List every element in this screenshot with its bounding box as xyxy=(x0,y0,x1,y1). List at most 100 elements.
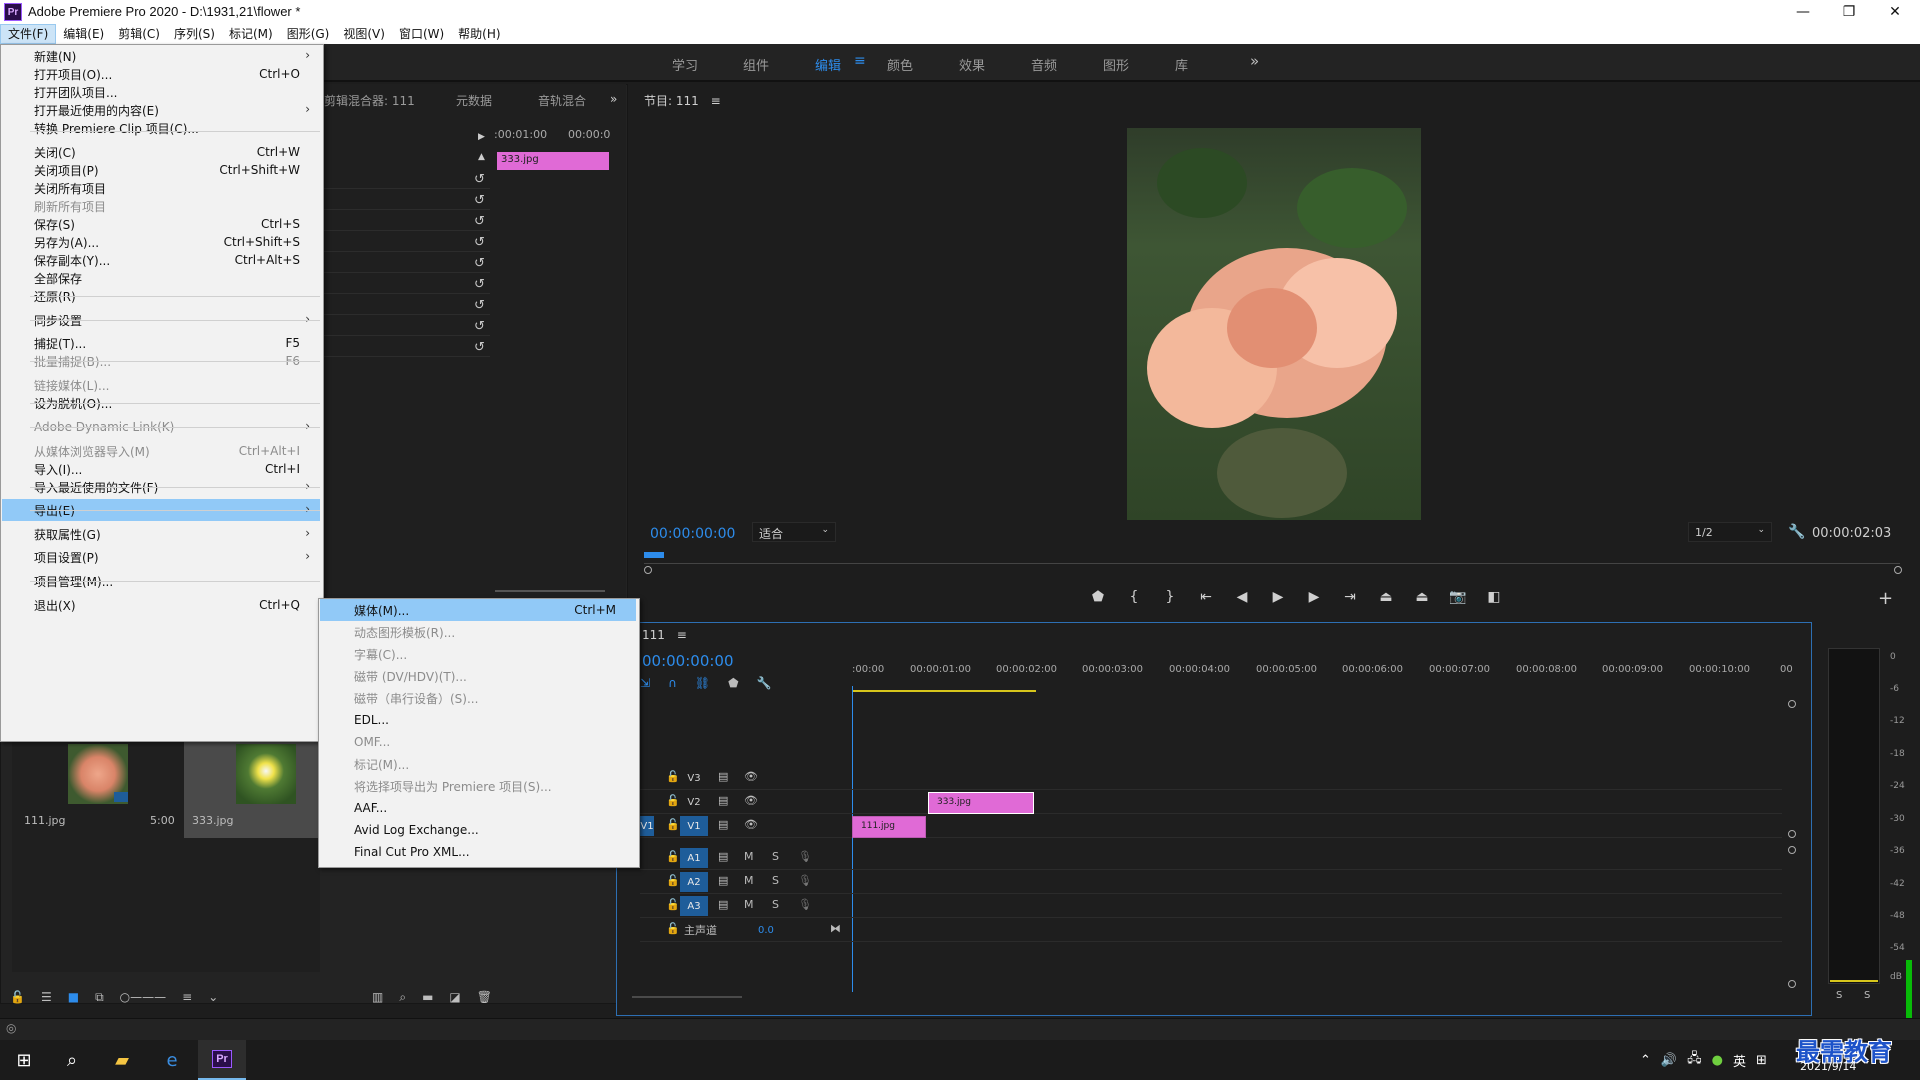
add-marker-icon[interactable]: ⬟ xyxy=(728,676,738,690)
tab-metadata[interactable]: 元数据 xyxy=(456,92,492,109)
export-menu-item-tape-dv-hdv[interactable]: 磁带 (DV/HDV)(T)... xyxy=(320,665,636,687)
step-back-icon[interactable]: ◀ xyxy=(1224,586,1260,608)
reset-icon[interactable]: ↺ xyxy=(474,172,490,188)
track-v1-label[interactable]: V1 xyxy=(680,816,708,836)
step-forward-icon[interactable]: ▶ xyxy=(1296,586,1332,608)
export-menu-item-markers[interactable]: 标记(M)... xyxy=(320,753,636,775)
export-menu-item-aaf[interactable]: AAF... xyxy=(320,797,636,819)
chevron-up-icon[interactable]: ⌃ xyxy=(1640,1053,1651,1068)
add-marker-icon[interactable]: ⬟ xyxy=(1080,586,1116,608)
sync-lock-icon[interactable]: ▤ xyxy=(718,794,728,807)
wrench-icon[interactable]: 🔧 xyxy=(1788,524,1805,540)
mark-out-icon[interactable]: } xyxy=(1152,586,1188,608)
workspace-more-icon[interactable]: » xyxy=(1250,52,1259,70)
comparison-view-icon[interactable]: ◧ xyxy=(1476,586,1512,608)
sync-lock-icon[interactable]: ▤ xyxy=(718,874,728,887)
reset-icon[interactable]: ↺ xyxy=(474,235,490,251)
file-menu-item-project-settings[interactable]: 项目设置(P) › xyxy=(2,546,320,568)
lock-icon[interactable]: 🔓 xyxy=(666,770,680,783)
extract-icon[interactable]: ⏏ xyxy=(1404,586,1440,608)
lock-icon[interactable]: 🔓 xyxy=(666,850,680,863)
sort-icon[interactable]: ≡ xyxy=(182,990,192,1010)
premiere-taskbar-icon[interactable]: Pr xyxy=(198,1040,246,1080)
lock-icon[interactable]: 🔓 xyxy=(666,794,680,807)
search-icon[interactable]: ⌕ xyxy=(48,1040,96,1080)
eye-icon[interactable]: 👁 xyxy=(744,794,758,807)
workspace-assembly[interactable]: 组件 xyxy=(743,55,769,74)
eye-icon[interactable]: 👁 xyxy=(744,818,758,831)
sync-lock-icon[interactable]: ▤ xyxy=(718,850,728,863)
workspace-effects[interactable]: 效果 xyxy=(959,55,985,74)
sync-lock-icon[interactable]: ▤ xyxy=(718,770,728,783)
resolution-select[interactable]: 1/2 ⌄ xyxy=(1688,522,1772,542)
timeline-clip-v1[interactable]: 111.jpg xyxy=(852,816,926,838)
workspace-editing[interactable]: 编辑 xyxy=(815,55,841,74)
fit-select[interactable]: 适合 ⌄ xyxy=(752,522,836,542)
program-menu-icon[interactable]: ≡ xyxy=(711,94,721,108)
solo-button[interactable]: S xyxy=(772,874,779,887)
export-menu-item-final-cut-pro-xml[interactable]: Final Cut Pro XML... xyxy=(320,841,636,863)
export-menu-item-captions[interactable]: 字幕(C)... xyxy=(320,643,636,665)
meter-solo-left[interactable]: S xyxy=(1836,990,1842,1001)
reset-icon[interactable]: ↺ xyxy=(474,340,490,356)
export-frame-icon[interactable]: 📷 xyxy=(1440,586,1476,608)
wrench-icon[interactable]: 🔧 xyxy=(757,676,772,690)
snap-icon[interactable]: ∩ xyxy=(668,676,677,690)
microphone-icon[interactable]: 🎙 xyxy=(798,850,812,863)
work-area-bar[interactable] xyxy=(852,690,1036,692)
panel-more-icon[interactable]: » xyxy=(610,92,617,106)
reset-icon[interactable]: ↺ xyxy=(474,214,490,230)
track-a3-label[interactable]: A3 xyxy=(680,896,708,916)
lock-icon[interactable]: 🔓 xyxy=(666,874,680,887)
lift-icon[interactable]: ⏏ xyxy=(1368,586,1404,608)
zoom-handle-right[interactable] xyxy=(1894,566,1902,574)
track-v3-label[interactable]: V3 xyxy=(680,768,708,788)
icon-view-icon[interactable]: ■ xyxy=(68,990,79,1010)
file-menu-item-get-properties[interactable]: 获取属性(G) › xyxy=(2,523,320,545)
menu-sequence[interactable]: 序列(S) xyxy=(167,24,222,44)
workspace-graphics[interactable]: 图形 xyxy=(1103,55,1129,74)
microphone-icon[interactable]: 🎙 xyxy=(798,874,812,887)
tab-audio-track-mixer[interactable]: 音轨混合 xyxy=(538,92,586,109)
timeline-clip-v2[interactable]: 333.jpg xyxy=(928,792,1034,814)
eye-icon[interactable]: 👁 xyxy=(744,770,758,783)
menu-clip[interactable]: 剪辑(C) xyxy=(111,24,167,44)
zoom-slider[interactable]: ○——— xyxy=(120,990,166,1010)
solo-button[interactable]: S xyxy=(772,898,779,911)
restore-button[interactable]: ❐ xyxy=(1826,0,1872,24)
windows-start-icon[interactable]: ⊞ xyxy=(0,1040,48,1080)
nest-icon[interactable]: ⇲ xyxy=(640,676,650,690)
reset-icon[interactable]: ↺ xyxy=(474,298,490,314)
security-icon[interactable]: ● xyxy=(1712,1053,1723,1068)
track-v2-label[interactable]: V2 xyxy=(680,792,708,812)
close-button[interactable]: ✕ xyxy=(1872,0,1918,24)
timeline-playhead[interactable] xyxy=(852,686,853,992)
find-icon[interactable]: ⌕ xyxy=(399,990,406,1010)
chevron-down-icon[interactable]: ⌄ xyxy=(208,990,218,1010)
collapse-triangle-icon[interactable]: ▲ xyxy=(478,152,485,162)
vertical-zoom-handle[interactable] xyxy=(1788,830,1796,838)
export-menu-item-motion-graphics-template[interactable]: 动态图形模板(R)... xyxy=(320,621,636,643)
program-timeruler[interactable] xyxy=(644,552,1900,564)
file-menu-item-exit[interactable]: 退出(X) Ctrl+Q xyxy=(2,594,320,616)
menu-edit[interactable]: 编辑(E) xyxy=(56,24,111,44)
keyboard-icon[interactable]: ⊞ xyxy=(1756,1053,1767,1068)
menu-window[interactable]: 窗口(W) xyxy=(392,24,451,44)
sync-lock-icon[interactable]: ▤ xyxy=(718,898,728,911)
vertical-zoom-handle[interactable] xyxy=(1788,980,1796,988)
workspace-menu-icon[interactable]: ≡ xyxy=(854,53,866,69)
source-clip[interactable]: 333.jpg xyxy=(497,152,609,170)
vertical-zoom-handle[interactable] xyxy=(1788,700,1796,708)
reset-icon[interactable]: ↺ xyxy=(474,319,490,335)
export-menu-item-avid-log-exchange[interactable]: Avid Log Exchange... xyxy=(320,819,636,841)
export-menu-item-tape-serial[interactable]: 磁带（串行设备）(S)... xyxy=(320,687,636,709)
file-explorer-icon[interactable]: ▰ xyxy=(98,1040,146,1080)
thumbnail-333[interactable] xyxy=(236,744,296,804)
list-view-icon[interactable]: ☰ xyxy=(41,990,52,1010)
new-item-icon[interactable]: ◪ xyxy=(449,990,460,1010)
zoom-handle-left[interactable] xyxy=(644,566,652,574)
source-patch-v1[interactable]: V1 xyxy=(640,816,654,836)
reset-icon[interactable]: ↺ xyxy=(474,277,490,293)
go-to-end-icon[interactable]: ⧓ xyxy=(830,922,841,935)
lock-icon[interactable]: 🔓 xyxy=(666,922,680,935)
